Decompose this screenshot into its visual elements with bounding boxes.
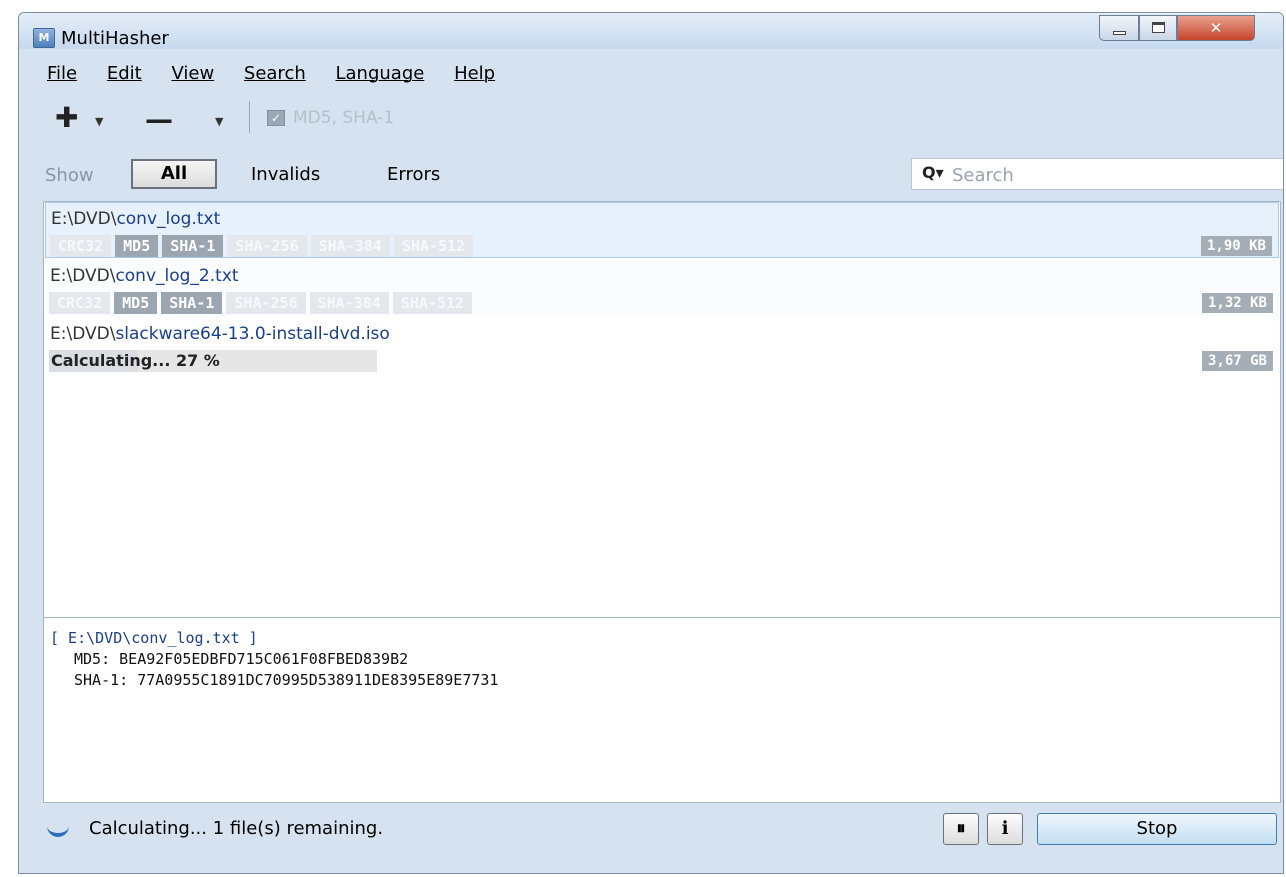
file-name: conv_log_2.txt [115,266,239,286]
details-sha1-line: SHA-1: 77A0955C1891DC70995D538911DE8395E… [74,671,499,689]
file-name: slackware64-13.0-install-dvd.iso [115,324,390,344]
tag-sha384: SHA-384 [309,292,389,314]
file-dir: E:\DVD\ [51,209,117,229]
progress-text: Calculating... 27 % [51,351,220,370]
minus-icon[interactable]: — [145,103,173,136]
file-size-badge: 1,90 KB [1200,236,1272,256]
file-path: E:\DVD\conv_log.txt [51,209,220,229]
details-md5-line: MD5: BEA92F05EDBFD715C061F08FBED839B2 [74,650,409,668]
tag-md5: MD5 [114,292,158,314]
file-dir: E:\DVD\ [50,324,116,344]
window-title: MultiHasher [61,28,169,49]
file-path: E:\DVD\slackware64-13.0-install-dvd.iso [50,324,390,344]
file-path: E:\DVD\conv_log_2.txt [50,266,239,286]
file-dir: E:\DVD\ [50,266,116,286]
filter-invalids-button[interactable]: Invalids [251,164,320,185]
menu-search[interactable]: Search [244,63,306,84]
file-size-badge: 3,67 GB [1201,351,1273,371]
tag-sha256: SHA-256 [227,235,307,257]
add-dropdown-arrow-icon[interactable]: ▼ [95,115,103,128]
maximize-button[interactable] [1139,15,1177,41]
app-icon: M [33,28,55,48]
progress-bar: Calculating... 27 % [49,350,377,372]
tag-sha1: SHA-1 [161,292,223,314]
filter-all-button[interactable]: All [131,159,217,189]
stop-button[interactable]: Stop [1037,813,1277,845]
search-box[interactable]: Q▾ [911,158,1283,190]
tag-md5: MD5 [115,235,159,257]
tag-crc32: CRC32 [49,292,111,314]
app-window: M MultiHasher File Edit View Search Lang… [18,12,1284,874]
toolbar-separator [249,101,250,133]
status-text: Calculating... 1 file(s) remaining. [89,818,384,839]
menu-language[interactable]: Language [335,63,424,84]
hash-details-pane[interactable]: [ E:\DVD\conv_log.txt ] MD5: BEA92F05EDB… [43,617,1281,803]
filter-errors-button[interactable]: Errors [387,164,440,185]
info-button[interactable]: ℹ [987,813,1023,845]
pause-icon: ⏸ [956,818,966,839]
menu-file[interactable]: File [47,63,77,84]
title-bar[interactable]: M MultiHasher [19,13,1283,49]
search-icon[interactable]: Q▾ [922,163,944,182]
tag-sha512: SHA-512 [392,292,473,314]
menu-help[interactable]: Help [454,63,495,84]
show-label: Show [45,165,94,186]
algorithms-label[interactable]: MD5, SHA-1 [293,108,394,128]
file-name: conv_log.txt [116,209,221,229]
filter-bar: Show All Invalids Errors Q▾ [45,158,1283,198]
remove-dropdown-arrow-icon[interactable]: ▼ [215,115,223,128]
file-row[interactable]: E:\DVD\conv_log.txt CRC32 MD5 SHA-1 SHA-… [45,202,1279,258]
menu-bar: File Edit View Search Language Help [47,63,519,84]
plus-icon[interactable]: ✚ [55,104,78,132]
info-icon: ℹ [1001,818,1009,839]
tag-sha384: SHA-384 [310,235,390,257]
menu-view[interactable]: View [171,63,214,84]
file-row[interactable]: E:\DVD\slackware64-13.0-install-dvd.iso … [45,318,1279,374]
details-header: [ E:\DVD\conv_log.txt ] [50,629,258,647]
hash-tags: CRC32 MD5 SHA-1 SHA-256 SHA-384 SHA-512 [49,292,473,314]
algorithms-checkbox-icon[interactable]: ✓ [267,110,285,126]
tag-sha512: SHA-512 [393,235,474,257]
status-bar: Calculating... 1 file(s) remaining. ⏸ ℹ … [43,809,1281,849]
file-list[interactable]: E:\DVD\conv_log.txt CRC32 MD5 SHA-1 SHA-… [43,201,1281,621]
search-input[interactable] [950,161,1274,189]
tag-crc32: CRC32 [50,235,112,257]
tag-sha256: SHA-256 [226,292,306,314]
loading-spinner-icon [47,823,69,837]
pause-button[interactable]: ⏸ [943,813,979,845]
tag-sha1: SHA-1 [162,235,224,257]
file-size-badge: 1,32 KB [1201,293,1273,313]
close-button[interactable] [1177,15,1255,41]
hash-tags: CRC32 MD5 SHA-1 SHA-256 SHA-384 SHA-512 [50,235,474,257]
file-row[interactable]: E:\DVD\conv_log_2.txt CRC32 MD5 SHA-1 SH… [45,260,1279,316]
minimize-button[interactable] [1099,15,1139,41]
menu-edit[interactable]: Edit [107,63,142,84]
